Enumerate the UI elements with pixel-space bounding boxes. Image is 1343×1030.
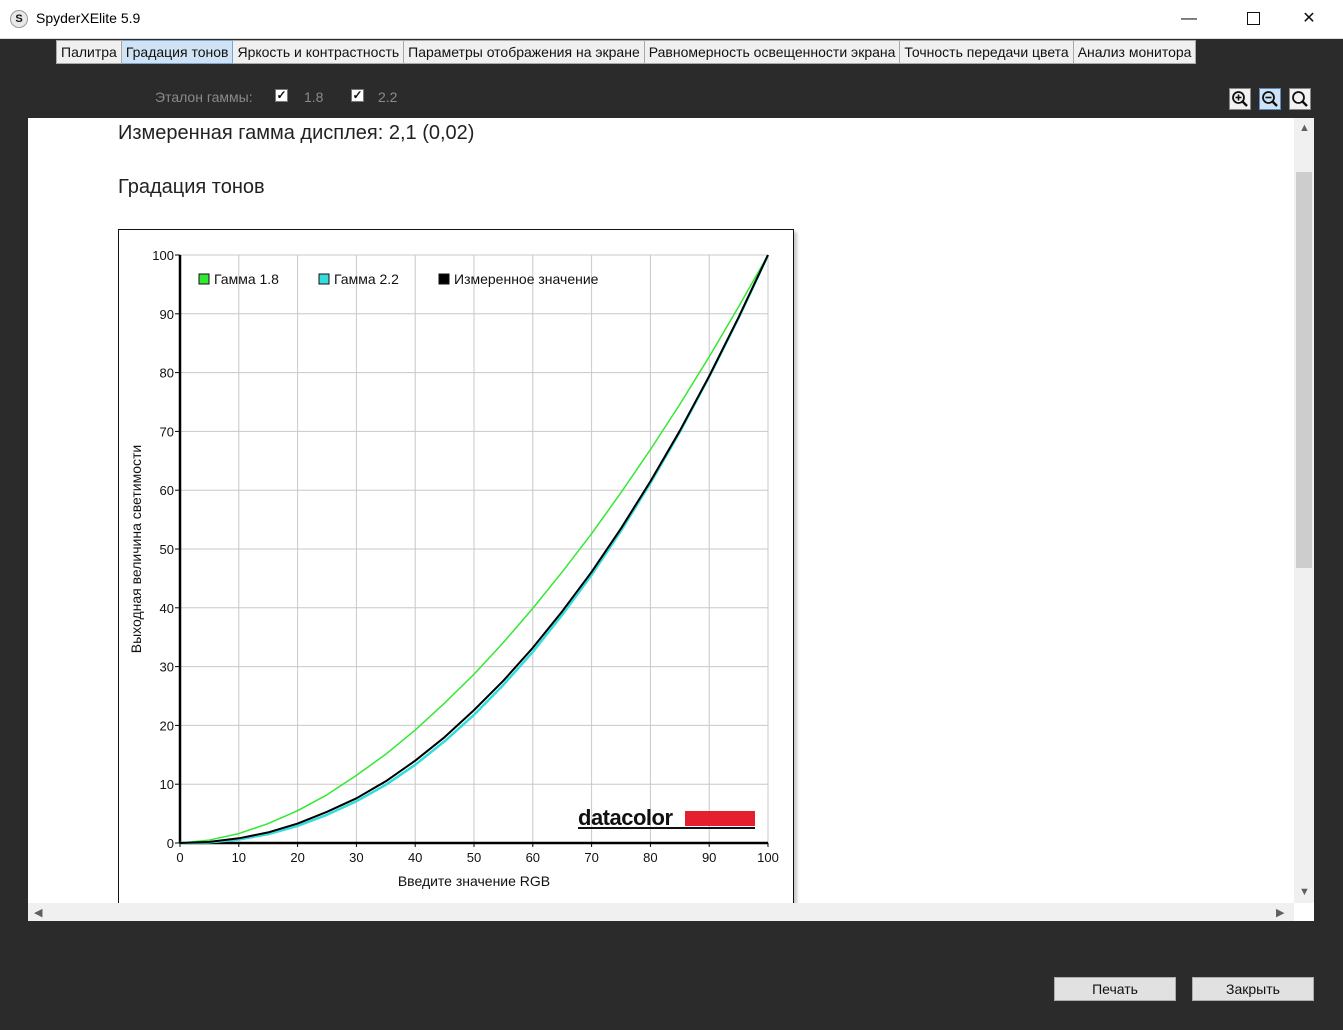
y-tick-label: 20 <box>160 718 174 733</box>
tab-strip: Палитра Градация тонов Яркость и контрастн… <box>56 40 1197 64</box>
x-tick-label: 30 <box>349 850 363 865</box>
y-tick-label: 80 <box>160 366 174 381</box>
horizontal-scrollbar[interactable] <box>28 903 1294 921</box>
x-tick-label: 10 <box>232 850 246 865</box>
y-axis-title: Выходная величина светимости <box>128 445 144 653</box>
scroll-left-icon[interactable]: ◀ <box>34 906 42 919</box>
y-tick-label: 30 <box>160 660 174 675</box>
legend-label-1: Гамма 2.2 <box>334 271 399 287</box>
tab-5[interactable]: Точность передачи цвета <box>900 40 1074 64</box>
x-tick-label: 80 <box>643 850 657 865</box>
legend-label-0: Гамма 1.8 <box>214 271 279 287</box>
measured-gamma-text: Измеренная гамма дисплея: 2,1 (0,02) <box>118 122 475 144</box>
gamma-18-checkbox[interactable]: ✓ <box>275 89 288 102</box>
section-title: Градация тонов <box>118 176 265 198</box>
report-panel: Измеренная гамма дисплея: 2,1 (0,02) Гра… <box>28 118 1314 921</box>
chart-svg: 0 10 20 30 40 50 60 70 80 90 100 0 10 20 30 40 50 60 70 80 9… <box>128 248 779 889</box>
tab-3[interactable]: Параметры отображения на экране <box>404 40 645 64</box>
tab-1[interactable]: Градация тонов <box>121 40 234 64</box>
close-button[interactable]: Закрыть <box>1192 977 1314 1001</box>
tab-6[interactable]: Анализ монитора <box>1073 40 1197 64</box>
zoom-in-icon <box>1232 91 1248 107</box>
zoom-fit-icon <box>1292 91 1308 107</box>
x-tick-label: 0 <box>176 850 183 865</box>
x-tick-label: 60 <box>526 850 540 865</box>
legend-swatch-0 <box>198 273 210 285</box>
tab-4[interactable]: Равномерность освещенности экрана <box>644 40 901 64</box>
zoom-fit-button[interactable] <box>1289 88 1311 110</box>
app-icon: S <box>10 10 28 28</box>
y-tick-label: 0 <box>167 836 174 851</box>
minimize-button[interactable]: — <box>1166 0 1212 38</box>
x-tick-label: 100 <box>757 850 779 865</box>
legend-label-2: Измеренное значение <box>454 271 599 287</box>
datacolor-logo-bar <box>685 811 755 826</box>
close-window-button[interactable]: ✕ <box>1286 0 1332 38</box>
gamma-reference-label: Эталон гаммы: <box>155 89 253 105</box>
vertical-scroll-thumb[interactable] <box>1296 172 1312 568</box>
scroll-up-icon[interactable]: ▲ <box>1299 122 1310 134</box>
zoom-out-button[interactable] <box>1259 88 1281 110</box>
print-button[interactable]: Печать <box>1054 977 1176 1001</box>
zoom-out-icon <box>1262 91 1278 107</box>
y-tick-label: 40 <box>160 601 174 616</box>
legend-swatch-2 <box>438 273 450 285</box>
y-tick-label: 70 <box>160 424 174 439</box>
y-tick-label: 90 <box>160 307 174 322</box>
tone-response-chart: 0 10 20 30 40 50 60 70 80 90 100 0 10 20 30 40 50 60 70 80 9… <box>118 229 794 920</box>
maximize-button[interactable] <box>1230 0 1276 38</box>
gamma-22-label: 2.2 <box>378 89 398 105</box>
tab-2[interactable]: Яркость и контрастность <box>233 40 405 64</box>
x-tick-label: 70 <box>584 850 598 865</box>
scroll-right-icon[interactable]: ▶ <box>1276 906 1284 919</box>
x-tick-label: 40 <box>408 850 422 865</box>
title-bar: S SpyderXElite 5.9 — ✕ <box>0 0 1343 39</box>
minimize-icon: — <box>1181 10 1197 27</box>
x-tick-label: 50 <box>467 850 481 865</box>
zoom-in-button[interactable] <box>1229 88 1251 110</box>
x-axis-title: Введите значение RGB <box>398 873 550 889</box>
legend-swatch-1 <box>318 273 330 285</box>
y-tick-label: 100 <box>152 248 174 263</box>
x-tick-label: 20 <box>290 850 304 865</box>
close-icon: ✕ <box>1302 10 1316 27</box>
scroll-down-icon[interactable]: ▼ <box>1299 886 1310 898</box>
y-tick-label: 10 <box>160 777 174 792</box>
window-title: SpyderXElite 5.9 <box>36 10 141 26</box>
tab-0[interactable]: Палитра <box>56 40 122 64</box>
datacolor-logo-text: datacolor <box>578 805 673 830</box>
maximize-icon <box>1246 12 1260 26</box>
y-tick-label: 50 <box>160 542 174 557</box>
x-tick-label: 90 <box>702 850 716 865</box>
y-tick-label: 60 <box>160 483 174 498</box>
gamma-22-checkbox[interactable]: ✓ <box>351 89 364 102</box>
gamma-18-label: 1.8 <box>304 89 324 105</box>
